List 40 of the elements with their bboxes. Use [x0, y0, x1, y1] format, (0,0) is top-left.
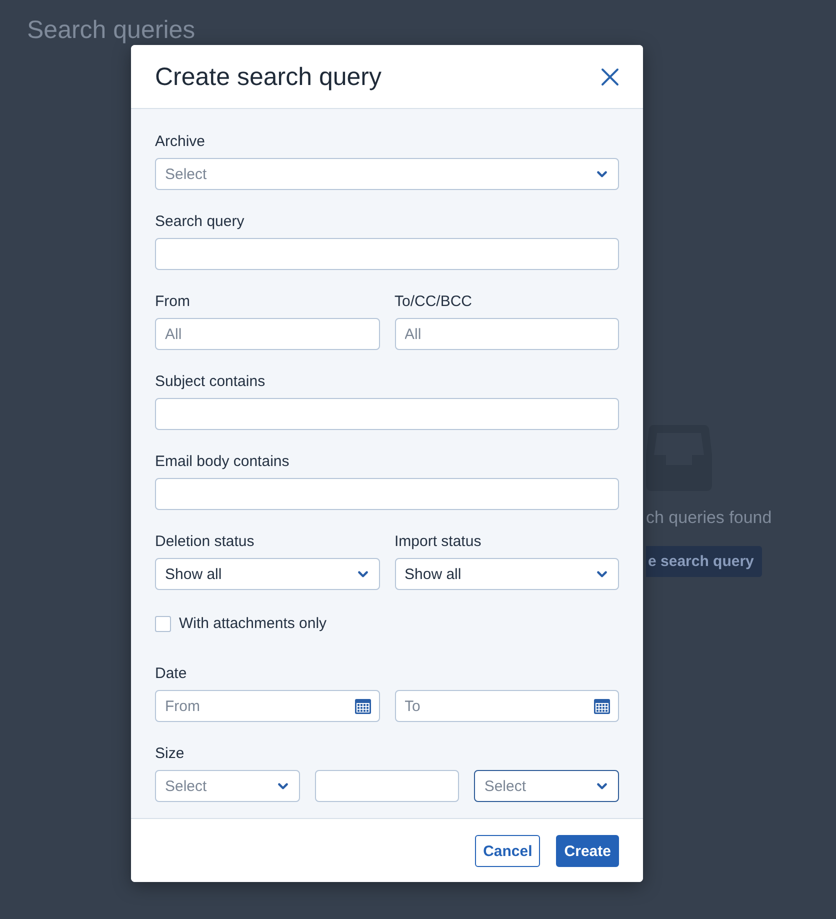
calendar-icon — [354, 698, 370, 714]
dropdown-field[interactable]: Select — [155, 770, 300, 802]
create-query-button[interactable]: e search query — [646, 546, 762, 577]
field-label: From — [155, 292, 190, 312]
date-field[interactable]: From — [155, 690, 380, 722]
text-field[interactable] — [314, 770, 460, 802]
close-button[interactable] — [601, 68, 619, 86]
text-field[interactable]: All — [155, 318, 380, 350]
field-label: Import status — [394, 532, 482, 552]
empty-state-message: ch queries found — [646, 507, 772, 529]
dialog-title: Create search query — [155, 62, 382, 92]
text-field[interactable] — [155, 398, 619, 430]
field-label: Deletion status — [155, 532, 254, 552]
field-label: Search query — [155, 212, 244, 232]
checkbox[interactable] — [155, 616, 171, 632]
dropdown-field[interactable]: Show all — [394, 558, 619, 590]
text-field[interactable]: All — [394, 318, 619, 350]
date-field[interactable]: To — [394, 690, 619, 722]
field-label: To/CC/BCC — [394, 292, 472, 312]
chevron-down-icon — [358, 570, 368, 578]
field-label: Date — [155, 664, 187, 684]
cancel-button[interactable]: Cancel — [475, 835, 540, 867]
field-label: Archive — [155, 132, 206, 152]
field-label: Email body contains — [155, 452, 290, 472]
page-title: Search queries — [27, 15, 196, 45]
dropdown-field[interactable]: Show all — [155, 558, 380, 590]
dropdown-field[interactable]: Select — [474, 770, 619, 802]
field-label: Subject contains — [155, 372, 266, 392]
dropdown-field[interactable]: Select — [155, 158, 619, 190]
text-field[interactable] — [155, 478, 619, 510]
checkbox-label: With attachments only — [179, 614, 327, 634]
text-field[interactable] — [155, 238, 619, 270]
close-icon — [601, 68, 619, 86]
calendar-icon — [594, 698, 610, 714]
create-button[interactable]: Create — [556, 835, 619, 867]
chevron-down-icon — [597, 782, 607, 790]
chevron-down-icon — [597, 570, 607, 578]
chevron-down-icon — [278, 782, 288, 790]
chevron-down-icon — [597, 170, 607, 178]
field-label: Size — [155, 744, 184, 764]
